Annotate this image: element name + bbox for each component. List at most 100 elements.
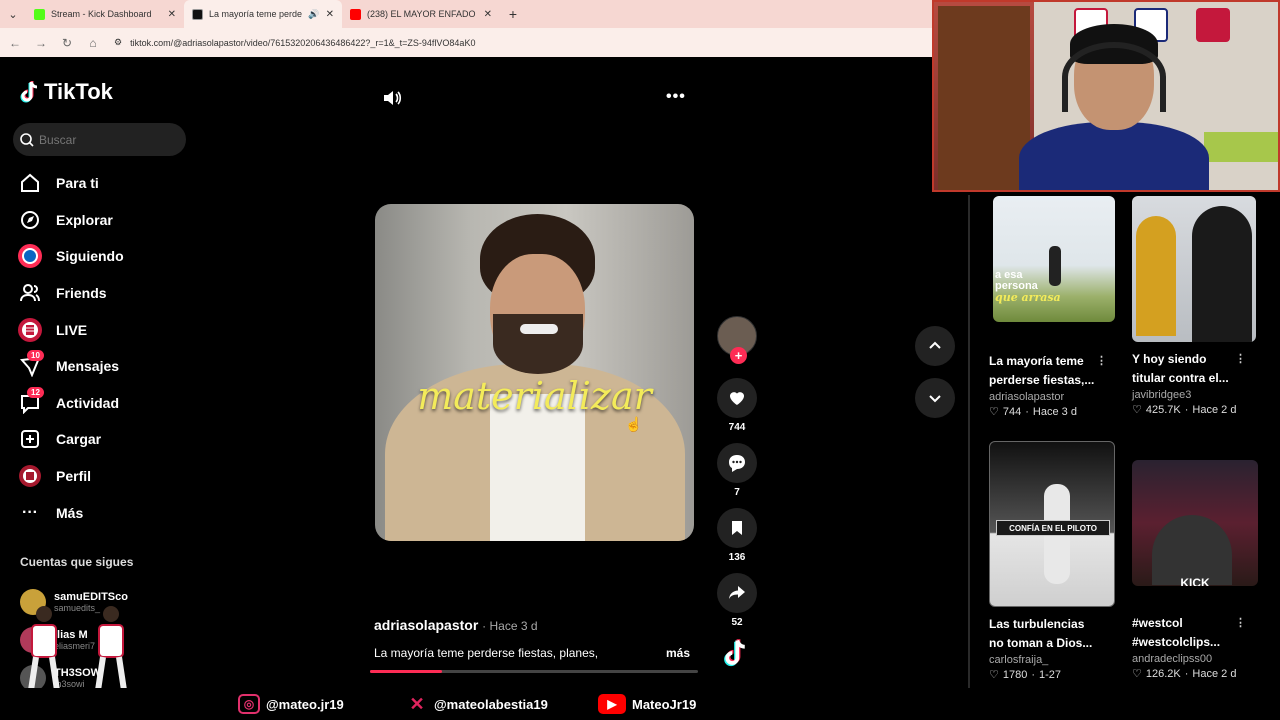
rec-views: 425.7K: [1145, 403, 1181, 416]
next-video-button[interactable]: [915, 378, 955, 418]
nav-cargar[interactable]: Cargar: [17, 421, 124, 458]
close-icon[interactable]: ✕: [484, 9, 492, 20]
streamer-webcam: [932, 0, 1280, 192]
back-icon[interactable]: ←: [8, 36, 22, 50]
webcam-jersey: [1196, 8, 1230, 42]
recommended-video[interactable]: KICK ⋮ #westcol #westcolclips... andrade…: [1132, 460, 1262, 680]
video-thumbnail: a esa persona que arrasa: [993, 196, 1115, 322]
main-nav: Para ti Explorar Siguiendo Friends LIVE …: [17, 165, 124, 531]
youtube-favicon-icon: [350, 8, 361, 20]
like-button[interactable]: [717, 378, 757, 418]
tiktok-logo[interactable]: TikTok: [20, 79, 113, 105]
url-field[interactable]: ⚙ tiktok.com/@adriasolapastor/video/7615…: [114, 37, 475, 48]
nav-siguiendo[interactable]: Siguiendo: [17, 238, 124, 275]
rec-views: 1780: [1002, 668, 1028, 681]
thumbnail-figure: [1192, 206, 1252, 342]
volume-button[interactable]: [382, 88, 402, 113]
address-bar: ← → ↻ ⌂ ⚙ tiktok.com/@adriasolapastor/vi…: [0, 28, 932, 57]
scroll-controls: [915, 326, 955, 430]
nav-live[interactable]: LIVE: [17, 311, 124, 348]
thumbnail-text: KICK: [1180, 576, 1210, 586]
rec-user[interactable]: andradeclipss00: [1132, 653, 1262, 665]
video-progress[interactable]: [370, 670, 698, 673]
share-icon: [729, 586, 745, 599]
headset-icon: [1062, 42, 1166, 112]
tiktok-favicon-icon: [192, 8, 203, 20]
compass-icon: [17, 207, 43, 233]
nav-label: Siguiendo: [56, 248, 124, 265]
new-tab-button[interactable]: +: [500, 6, 526, 22]
profile-icon: [17, 463, 43, 489]
nav-explorar[interactable]: Explorar: [17, 202, 124, 239]
rec-user[interactable]: carlosfraija_: [989, 654, 1119, 666]
social-youtube: ▶ MateoJr19: [598, 694, 696, 714]
nav-friends[interactable]: Friends: [17, 275, 124, 312]
more-link[interactable]: más: [666, 646, 690, 660]
heart-icon: [730, 392, 744, 405]
share-button[interactable]: [717, 573, 757, 613]
search-input[interactable]: [39, 132, 179, 147]
reload-icon[interactable]: ↻: [60, 36, 74, 50]
author-avatar[interactable]: +: [717, 316, 757, 364]
nav-label: Perfil: [56, 468, 92, 485]
speaker-icon: [384, 91, 402, 105]
more-vertical-icon[interactable]: ⋮: [1096, 352, 1107, 371]
heart-outline-icon: ♡: [989, 669, 999, 681]
tab-list-chevron-icon[interactable]: ⌄: [0, 0, 26, 28]
video-author[interactable]: adriasolapastor: [374, 617, 478, 633]
browser-tab-kick[interactable]: Stream - Kick Dashboard ✕: [26, 0, 184, 28]
more-vertical-icon[interactable]: ⋮: [1235, 350, 1246, 369]
nav-para-ti[interactable]: Para ti: [17, 165, 124, 202]
rec-views: 126.2K: [1145, 667, 1181, 680]
rec-stats: ♡ 744 · Hace 3 d: [989, 405, 1077, 419]
thumbnail-text: CONFÍA EN EL PILOTO: [996, 520, 1110, 536]
nav-perfil[interactable]: Perfil: [17, 458, 124, 495]
rec-title-line: #westcol: [1132, 616, 1183, 630]
rec-user[interactable]: adriasolapastor: [989, 391, 1119, 403]
speaker-icon[interactable]: 🔊: [308, 9, 319, 20]
follow-plus-icon[interactable]: +: [730, 347, 747, 364]
nav-label: Explorar: [56, 211, 113, 228]
rec-views: 744: [1002, 405, 1022, 418]
kick-favicon-icon: [34, 8, 45, 20]
more-options-icon[interactable]: •••: [666, 88, 686, 106]
nav-actividad[interactable]: 12 Actividad: [17, 385, 124, 422]
video-thumbnail: CONFÍA EN EL PILOTO: [989, 441, 1115, 607]
stream-socials-bar: ◎ @mateo.jr19 ✕ @mateolabestia19 ▶ Mateo…: [0, 688, 1280, 720]
nav-label: Más: [56, 504, 84, 521]
messages-badge: 10: [27, 350, 44, 362]
nav-label: LIVE: [56, 321, 88, 338]
browser-tab-youtube[interactable]: (238) EL MAYOR ENFADO DE L ✕: [342, 0, 500, 28]
recommended-video[interactable]: CONFÍA EN EL PILOTO Las turbulencias no …: [989, 441, 1119, 681]
rec-user[interactable]: javibridgee3: [1132, 389, 1262, 401]
save-button[interactable]: [717, 508, 757, 548]
nav-mas[interactable]: ··· Más: [17, 494, 124, 531]
recommended-video[interactable]: a esa persona que arrasa ⋮ La mayoría te…: [989, 196, 1119, 418]
chevron-down-icon: [929, 395, 941, 403]
forward-icon[interactable]: →: [34, 36, 48, 50]
site-settings-icon[interactable]: ⚙: [114, 37, 122, 48]
search-box[interactable]: [13, 123, 186, 156]
rec-stats: ♡ 126.2K · Hace 2 d: [1132, 667, 1237, 681]
x-icon: ✕: [409, 693, 425, 714]
mouse-cursor-icon: ☝: [625, 416, 643, 432]
tiktok-sidebar: TikTok Para ti Explorar Siguiendo Friend…: [0, 57, 200, 720]
browser-tab-tiktok[interactable]: La mayoría teme perderse f 🔊 ✕: [184, 0, 342, 28]
comment-button[interactable]: [717, 443, 757, 483]
url-text: tiktok.com/@adriasolapastor/video/761532…: [130, 37, 476, 48]
more-icon: ···: [22, 503, 38, 521]
rec-title-line: Y hoy siendo: [1132, 352, 1207, 366]
video-player[interactable]: materializar: [375, 204, 694, 541]
social-handle: MateoJr19: [632, 696, 697, 712]
social-handle: @mateolabestia19: [434, 696, 548, 712]
more-vertical-icon[interactable]: ⋮: [1235, 614, 1246, 633]
webcam-bed: [1204, 132, 1278, 162]
close-icon[interactable]: ✕: [168, 9, 176, 20]
browser-tabbar: ⌄ Stream - Kick Dashboard ✕ La mayoría t…: [0, 0, 932, 28]
nav-mensajes[interactable]: 10 Mensajes: [17, 348, 124, 385]
close-icon[interactable]: ✕: [326, 9, 334, 20]
recommended-video[interactable]: ⋮ Y hoy siendo titular contra el... javi…: [1132, 196, 1262, 416]
tiktok-small-logo-icon: [724, 639, 745, 667]
home-icon[interactable]: ⌂: [86, 36, 100, 50]
previous-video-button[interactable]: [915, 326, 955, 366]
